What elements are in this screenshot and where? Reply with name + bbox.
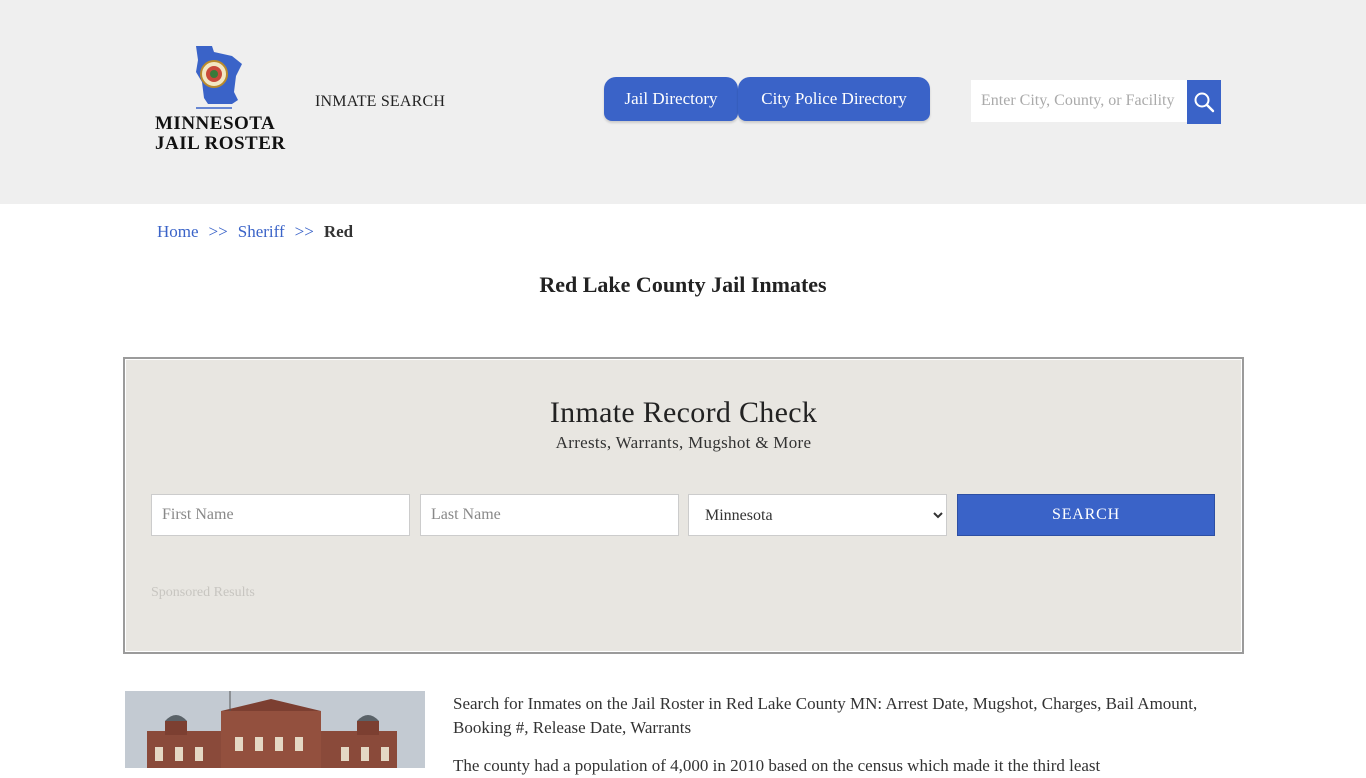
county-jail-photo [125,691,425,768]
state-select[interactable]: Minnesota [688,494,947,536]
record-search-button[interactable]: SEARCH [957,494,1215,536]
sponsored-results-label: Sponsored Results [151,585,255,600]
logo-line-2: JAIL ROSTER [155,133,286,154]
site-header: MINNESOTA JAIL ROSTER INMATE SEARCH Jail… [0,0,1366,204]
page-title: Red Lake County Jail Inmates [539,272,827,297]
first-name-field[interactable] [151,494,410,536]
county-description: Search for Inmates on the Jail Roster in… [453,694,1198,737]
county-population-text: The county had a population of 4,000 in … [453,756,1101,775]
last-name-field[interactable] [420,494,679,536]
breadcrumb-sheriff[interactable]: Sheriff [238,222,285,241]
breadcrumb-current: Red [323,222,354,241]
tab-jail-directory[interactable]: Jail Directory [604,77,738,121]
nav-inmate-search[interactable]: INMATE SEARCH [315,93,445,111]
logo-line-1: MINNESOTA [155,113,276,134]
search-icon [1194,92,1215,113]
record-check-subtitle: Arrests, Warrants, Mugshot & More [555,433,812,452]
breadcrumb-home[interactable]: Home [157,222,199,241]
header-search-input[interactable] [971,80,1187,122]
breadcrumb: Home >> Sheriff >> Red [157,222,353,242]
breadcrumb-separator: >> [294,222,314,241]
tab-city-police-directory[interactable]: City Police Directory [738,77,930,121]
site-logo-text[interactable]: MINNESOTA JAIL ROSTER [155,114,286,154]
header-search-button[interactable] [1187,80,1221,124]
breadcrumb-separator: >> [208,222,228,241]
record-check-title: Inmate Record Check [549,396,818,429]
inmate-record-check-panel: Inmate Record Check Arrests, Warrants, M… [123,357,1244,654]
